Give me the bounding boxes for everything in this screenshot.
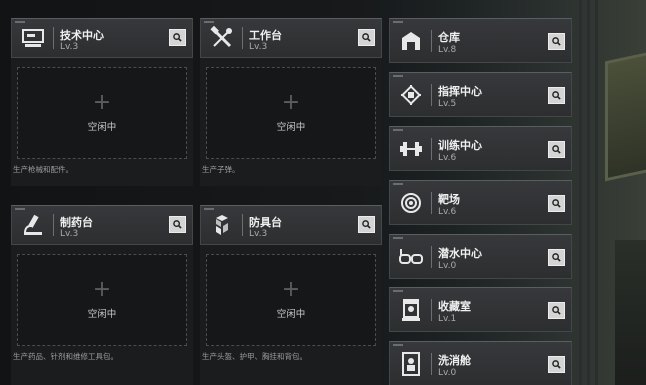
search-button[interactable]: [358, 216, 375, 233]
search-icon: [552, 306, 561, 315]
plus-icon: +: [281, 90, 301, 115]
search-button[interactable]: [358, 29, 375, 46]
search-icon: [552, 91, 561, 100]
facility-collection-room[interactable]: 收藏室 Lv.1: [389, 287, 572, 332]
workshop-header[interactable]: 制药台 Lv.3: [11, 205, 193, 245]
facility-level: Lv.0: [438, 261, 457, 271]
workshop-header[interactable]: 技术中心 Lv.3: [11, 18, 193, 58]
search-button[interactable]: [548, 87, 565, 104]
facility-title: 洗消舱: [438, 354, 471, 367]
facility-command-center[interactable]: 指挥中心 Lv.5: [389, 72, 572, 117]
crossed-tools-icon: [206, 23, 238, 53]
facility-shooting-range[interactable]: 靶场 Lv.6: [389, 180, 572, 225]
search-button[interactable]: [548, 195, 565, 212]
workshop-description: 生产药品、针剂和维修工具包。: [13, 352, 118, 361]
warehouse-icon: [395, 26, 427, 56]
production-slot[interactable]: + 空闲中: [206, 254, 376, 346]
slot-status: 空闲中: [87, 122, 117, 133]
slot-status: 空闲中: [87, 309, 117, 320]
microscope-icon: [17, 210, 49, 240]
search-button[interactable]: [548, 249, 565, 266]
search-icon: [552, 253, 561, 262]
facility-diving-center[interactable]: 潜水中心 Lv.0: [389, 234, 572, 279]
facility-title: 靶场: [438, 193, 460, 206]
search-icon: [552, 360, 561, 369]
search-icon: [362, 33, 371, 42]
facility-level: Lv.8: [438, 45, 457, 55]
production-slot[interactable]: + 空闲中: [17, 254, 187, 346]
workshop-level: Lv.3: [60, 229, 79, 239]
facility-warehouse[interactable]: 仓库 Lv.8: [389, 18, 572, 63]
workshop-level: Lv.3: [60, 42, 79, 52]
command-chip-icon: [395, 80, 427, 110]
search-button[interactable]: [169, 216, 186, 233]
facility-title: 训练中心: [438, 139, 482, 152]
facility-level: Lv.0: [438, 368, 457, 378]
search-icon: [552, 37, 561, 46]
facility-title: 指挥中心: [438, 85, 482, 98]
workshop-panel: + 空闲中 生产药品、针剂和维修工具包。: [11, 245, 193, 385]
search-button[interactable]: [548, 302, 565, 319]
search-button[interactable]: [169, 29, 186, 46]
slot-status: 空闲中: [276, 309, 306, 320]
workshop-panel: + 空闲中 生产枪械和配件。: [11, 58, 193, 186]
facility-level: Lv.1: [438, 314, 457, 324]
workshop-card-workbench: 工作台 Lv.3 + 空闲中 生产子弹。: [200, 18, 382, 186]
search-button[interactable]: [548, 33, 565, 50]
computer-terminal-icon: [17, 23, 49, 53]
search-icon: [552, 199, 561, 208]
facility-training-center[interactable]: 训练中心 Lv.6: [389, 126, 572, 171]
background-scenery: [575, 0, 646, 385]
facility-decontamination[interactable]: 洗消舱 Lv.0: [389, 341, 572, 385]
diving-mask-icon: [395, 242, 427, 272]
facility-level: Lv.6: [438, 207, 457, 217]
facility-level: Lv.6: [438, 153, 457, 163]
workshop-title: 制药台: [60, 216, 93, 229]
search-icon: [552, 145, 561, 154]
production-slot[interactable]: + 空闲中: [206, 67, 376, 159]
workshop-panel: + 空闲中 生产头盔、护甲、胸挂和背包。: [200, 245, 382, 385]
plus-icon: +: [281, 277, 301, 302]
decontamination-pod-icon: [395, 349, 427, 379]
workshop-description: 生产头盔、护甲、胸挂和背包。: [202, 352, 307, 361]
dumbbell-icon: [395, 134, 427, 164]
facility-title: 仓库: [438, 31, 460, 44]
workshop-level: Lv.3: [249, 42, 268, 52]
trophy-case-icon: [395, 295, 427, 325]
workshop-title: 工作台: [249, 29, 282, 42]
search-button[interactable]: [548, 141, 565, 158]
facility-level: Lv.5: [438, 99, 457, 109]
workshop-card-armor-bench: 防具台 Lv.3 + 空闲中 生产头盔、护甲、胸挂和背包。: [200, 205, 382, 385]
search-icon: [362, 220, 371, 229]
workshop-level: Lv.3: [249, 229, 268, 239]
workshop-card-tech-center: 技术中心 Lv.3 + 空闲中 生产枪械和配件。: [11, 18, 193, 186]
search-icon: [173, 220, 182, 229]
workshop-title: 防具台: [249, 216, 282, 229]
search-button[interactable]: [548, 356, 565, 373]
armor-cubes-icon: [206, 210, 238, 240]
workshop-card-pharmacy: 制药台 Lv.3 + 空闲中 生产药品、针剂和维修工具包。: [11, 205, 193, 385]
plus-icon: +: [92, 90, 112, 115]
workshop-panel: + 空闲中 生产子弹。: [200, 58, 382, 186]
production-slot[interactable]: + 空闲中: [17, 67, 187, 159]
facility-title: 收藏室: [438, 300, 471, 313]
slot-status: 空闲中: [276, 122, 306, 133]
plus-icon: +: [92, 277, 112, 302]
target-icon: [395, 188, 427, 218]
workshop-title: 技术中心: [60, 29, 104, 42]
facility-title: 潜水中心: [438, 247, 482, 260]
search-icon: [173, 33, 182, 42]
workshop-header[interactable]: 工作台 Lv.3: [200, 18, 382, 58]
workshop-description: 生产枪械和配件。: [13, 165, 73, 174]
workshop-header[interactable]: 防具台 Lv.3: [200, 205, 382, 245]
workshop-description: 生产子弹。: [202, 165, 240, 174]
